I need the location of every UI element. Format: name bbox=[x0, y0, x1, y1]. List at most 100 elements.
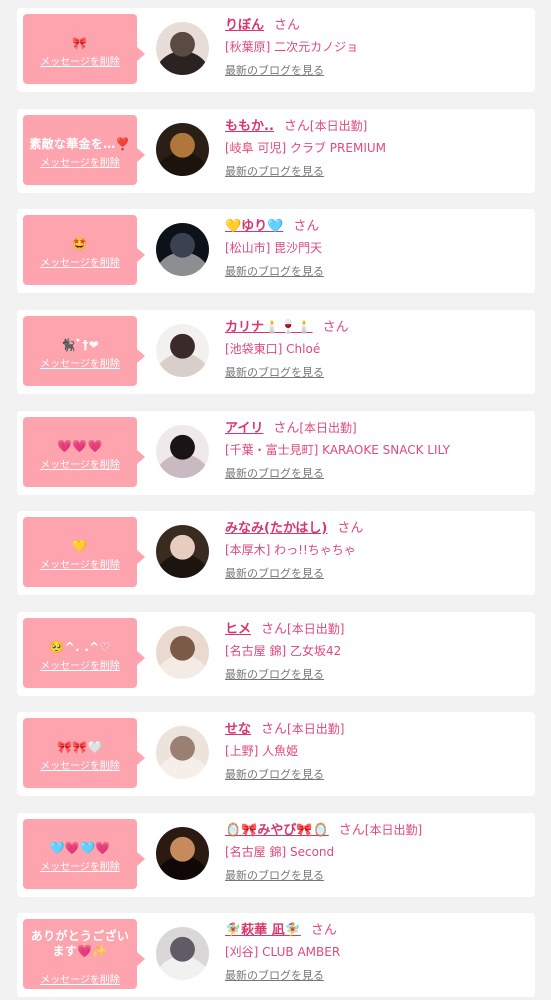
message-bubble: 🎀🎀🤍 メッセージを削除 bbox=[23, 718, 145, 788]
message-text: 🐈‍⬛ﾞ†❤ bbox=[60, 338, 100, 352]
avatar[interactable] bbox=[156, 324, 209, 377]
delete-message-link[interactable]: メッセージを削除 bbox=[23, 456, 137, 471]
avatar[interactable] bbox=[156, 626, 209, 679]
message-card: 🤩 メッセージを削除 💛ゆり🩵 さん [松山市] 毘沙門天 最新のブログを見る bbox=[17, 209, 535, 293]
host-info: 🪞🎀みやび🎀🪞 さん[本日出勤] [名古屋 錦] Second 最新のブログを見る bbox=[225, 819, 533, 885]
latest-blog-link[interactable]: 最新のブログを見る bbox=[225, 967, 533, 985]
latest-blog-link[interactable]: 最新のブログを見る bbox=[225, 163, 533, 181]
message-bubble: 🤩 メッセージを削除 bbox=[23, 215, 145, 285]
host-name-link[interactable]: 🪞🎀みやび🎀🪞 bbox=[225, 823, 329, 838]
delete-message-link[interactable]: メッセージを削除 bbox=[23, 858, 137, 873]
message-text: 🎀🎀🤍 bbox=[57, 740, 103, 754]
message-bubble: 💗💗💗 メッセージを削除 bbox=[23, 417, 145, 487]
latest-blog-link[interactable]: 最新のブログを見る bbox=[225, 364, 533, 382]
delete-message-link[interactable]: メッセージを削除 bbox=[23, 556, 137, 571]
honorific: さん bbox=[322, 320, 349, 335]
message-bubble: 🎀 メッセージを削除 bbox=[23, 14, 145, 84]
latest-blog-link[interactable]: 最新のブログを見る bbox=[225, 565, 533, 583]
working-today-badge: [本日出勤] bbox=[364, 823, 423, 837]
delete-message-link[interactable]: メッセージを削除 bbox=[23, 657, 137, 672]
host-name-link[interactable]: カリナ🕯️🍷🕯️ bbox=[225, 320, 313, 335]
message-text: 💗💗💗 bbox=[57, 439, 103, 453]
store-name: [池袋東口] Chloé bbox=[225, 342, 321, 356]
message-text: 🥺^. .^♡ bbox=[49, 640, 111, 654]
delete-message-link[interactable]: メッセージを削除 bbox=[23, 757, 137, 772]
latest-blog-link[interactable]: 最新のブログを見る bbox=[225, 666, 533, 684]
honorific: さん bbox=[274, 18, 301, 33]
honorific: さん bbox=[273, 421, 300, 436]
avatar[interactable] bbox=[156, 22, 209, 75]
message-card: ありがとうございます💗✨ メッセージを削除 🧚‍♀️萩華 凪🧚‍♀️ さん [刈谷… bbox=[17, 913, 535, 997]
host-info: りぼん さん [秋葉原] 二次元カノジョ 最新のブログを見る bbox=[225, 14, 533, 80]
honorific: さん bbox=[338, 823, 365, 838]
message-text: 🎀 bbox=[72, 36, 88, 50]
working-today-badge: [本日出勤] bbox=[287, 622, 345, 636]
store-name: [名古屋 錦] 乙女坂42 bbox=[225, 644, 342, 658]
host-info: せな さん[本日出勤] [上野] 人魚姫 最新のブログを見る bbox=[225, 718, 533, 784]
host-name-link[interactable]: 🧚‍♀️萩華 凪🧚‍♀️ bbox=[225, 923, 301, 938]
message-text: 🤩 bbox=[72, 237, 88, 251]
store-name: [刈谷] CLUB AMBER bbox=[225, 945, 341, 959]
honorific: さん bbox=[337, 521, 364, 536]
message-card: 💗💗💗 メッセージを削除 アイリ さん[本日出勤] [千葉・富士見町] KARAO… bbox=[17, 411, 535, 495]
host-info: ヒメ さん[本日出勤] [名古屋 錦] 乙女坂42 最新のブログを見る bbox=[225, 618, 533, 684]
message-card: 🐈‍⬛ﾞ†❤ メッセージを削除 カリナ🕯️🍷🕯️ さん [池袋東口] Chloé … bbox=[17, 310, 535, 394]
message-card: 🥺^. .^♡ メッセージを削除 ヒメ さん[本日出勤] [名古屋 錦] 乙女坂4… bbox=[17, 612, 535, 696]
message-card: 💛 メッセージを削除 みなみ(たかはし) さん [本厚木] わっ!!ちゃちゃ 最新… bbox=[17, 511, 535, 595]
message-card: 🎀 メッセージを削除 りぼん さん [秋葉原] 二次元カノジョ 最新のブログを見る bbox=[17, 8, 535, 92]
latest-blog-link[interactable]: 最新のブログを見る bbox=[225, 766, 533, 784]
honorific: さん bbox=[293, 219, 320, 234]
host-name-link[interactable]: みなみ(たかはし) bbox=[225, 521, 327, 536]
message-bubble: 🩵💗🩵💗 メッセージを削除 bbox=[23, 819, 145, 889]
message-bubble: 💛 メッセージを削除 bbox=[23, 517, 145, 587]
store-name: [秋葉原] 二次元カノジョ bbox=[225, 40, 359, 54]
honorific: さん bbox=[261, 722, 288, 737]
host-name-link[interactable]: りぼん bbox=[225, 18, 264, 33]
latest-blog-link[interactable]: 最新のブログを見る bbox=[225, 867, 533, 885]
working-today-badge: [本日出勤] bbox=[309, 119, 368, 133]
host-name-link[interactable]: ヒメ bbox=[225, 622, 251, 637]
host-info: 💛ゆり🩵 さん [松山市] 毘沙門天 最新のブログを見る bbox=[225, 215, 533, 281]
message-text: 💛 bbox=[72, 539, 88, 553]
message-bubble: ありがとうございます💗✨ メッセージを削除 bbox=[23, 919, 145, 989]
host-info: みなみ(たかはし) さん [本厚木] わっ!!ちゃちゃ 最新のブログを見る bbox=[225, 517, 533, 583]
honorific: さん bbox=[261, 622, 288, 637]
host-name-link[interactable]: 💛ゆり🩵 bbox=[225, 219, 283, 234]
message-bubble: 素敵な華金を…❣️ メッセージを削除 bbox=[23, 115, 145, 185]
avatar[interactable] bbox=[156, 223, 209, 276]
message-text: ありがとうございます💗✨ bbox=[30, 929, 130, 958]
delete-message-link[interactable]: メッセージを削除 bbox=[23, 254, 137, 269]
host-info: アイリ さん[本日出勤] [千葉・富士見町] KARAOKE SNACK LILY… bbox=[225, 417, 533, 483]
message-card: 🎀🎀🤍 メッセージを削除 せな さん[本日出勤] [上野] 人魚姫 最新のブログを… bbox=[17, 712, 535, 796]
host-info: カリナ🕯️🍷🕯️ さん [池袋東口] Chloé 最新のブログを見る bbox=[225, 316, 533, 382]
store-name: [千葉・富士見町] KARAOKE SNACK LILY bbox=[225, 443, 450, 457]
delete-message-link[interactable]: メッセージを削除 bbox=[23, 971, 137, 986]
avatar[interactable] bbox=[156, 726, 209, 779]
latest-blog-link[interactable]: 最新のブログを見る bbox=[225, 465, 533, 483]
host-name-link[interactable]: アイリ bbox=[225, 421, 263, 436]
delete-message-link[interactable]: メッセージを削除 bbox=[23, 154, 137, 169]
latest-blog-link[interactable]: 最新のブログを見る bbox=[225, 263, 533, 281]
latest-blog-link[interactable]: 最新のブログを見る bbox=[225, 62, 533, 80]
avatar[interactable] bbox=[156, 525, 209, 578]
honorific: さん bbox=[283, 119, 310, 134]
store-name: [岐阜 可児] クラブ PREMIUM bbox=[225, 141, 386, 155]
host-name-link[interactable]: せな bbox=[225, 722, 251, 737]
message-bubble: 🥺^. .^♡ メッセージを削除 bbox=[23, 618, 145, 688]
avatar[interactable] bbox=[156, 827, 209, 880]
avatar[interactable] bbox=[156, 123, 209, 176]
message-card: 🩵💗🩵💗 メッセージを削除 🪞🎀みやび🎀🪞 さん[本日出勤] [名古屋 錦] Se… bbox=[17, 813, 535, 897]
honorific: さん bbox=[310, 923, 337, 938]
delete-message-link[interactable]: メッセージを削除 bbox=[23, 53, 137, 68]
delete-message-link[interactable]: メッセージを削除 bbox=[23, 355, 137, 370]
message-card: 素敵な華金を…❣️ メッセージを削除 ももか.. さん[本日出勤] [岐阜 可児]… bbox=[17, 109, 535, 193]
avatar[interactable] bbox=[156, 927, 209, 980]
host-info: 🧚‍♀️萩華 凪🧚‍♀️ さん [刈谷] CLUB AMBER 最新のブログを見る bbox=[225, 919, 533, 985]
store-name: [本厚木] わっ!!ちゃちゃ bbox=[225, 543, 356, 557]
avatar[interactable] bbox=[156, 425, 209, 478]
store-name: [松山市] 毘沙門天 bbox=[225, 241, 323, 255]
host-name-link[interactable]: ももか.. bbox=[225, 119, 274, 134]
host-info: ももか.. さん[本日出勤] [岐阜 可児] クラブ PREMIUM 最新のブログ… bbox=[225, 115, 533, 181]
working-today-badge: [本日出勤] bbox=[299, 421, 357, 435]
message-text: 🩵💗🩵💗 bbox=[49, 841, 111, 855]
